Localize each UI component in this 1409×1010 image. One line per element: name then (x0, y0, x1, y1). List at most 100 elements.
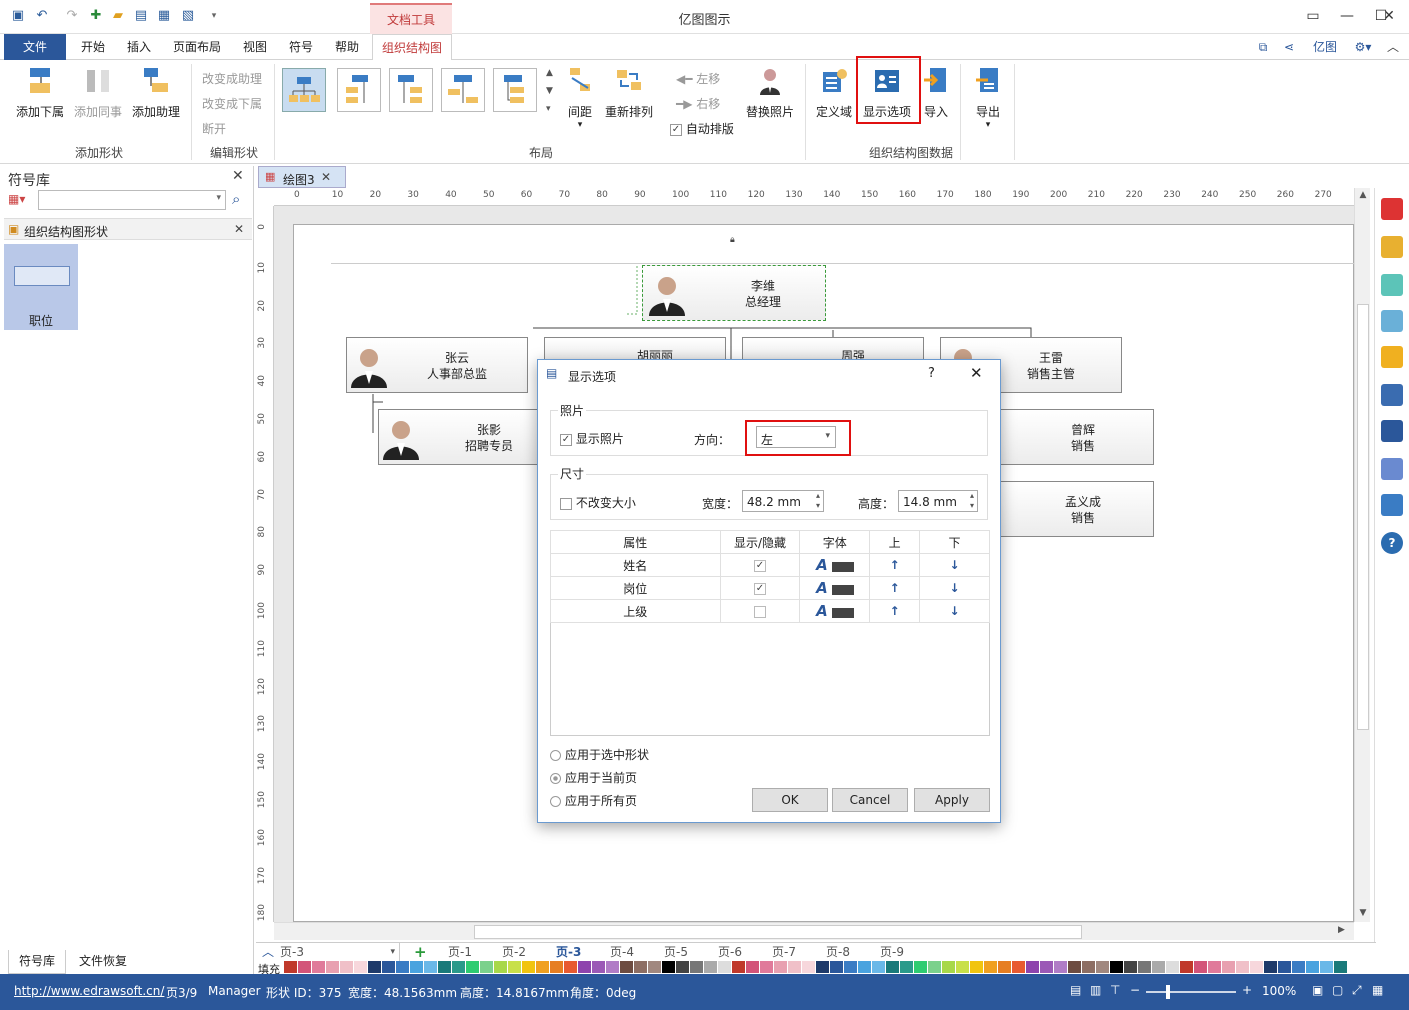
zoom-slider[interactable] (1146, 985, 1236, 999)
color-palette[interactable] (284, 960, 1350, 974)
fit-width-icon[interactable]: ▢ (1332, 983, 1343, 997)
apply-selected-radio[interactable]: 应用于选中形状 (550, 746, 649, 763)
apply-current-page-radio[interactable]: 应用于当前页 (550, 769, 637, 786)
move-up-icon[interactable]: ↑ (869, 599, 921, 623)
scroll-right-icon[interactable]: ▶ (1338, 925, 1345, 935)
color-swatch[interactable] (522, 961, 535, 973)
tab-insert[interactable]: 插入 (120, 34, 158, 60)
color-swatch[interactable] (1292, 961, 1305, 973)
color-swatch[interactable] (508, 961, 521, 973)
height-input[interactable]: 14.8 mm ▴ ▾ (898, 490, 978, 512)
layout-style-3[interactable] (389, 68, 433, 112)
rearrange-button[interactable]: 重新排列 (602, 66, 656, 120)
shape-position[interactable]: 职位 (4, 244, 78, 330)
page-tab-active[interactable]: 页-3 (556, 943, 581, 961)
color-swatch[interactable] (648, 961, 661, 973)
width-spinner-icon[interactable]: ▴ ▾ (816, 491, 820, 511)
change-to-subordinate-button[interactable]: 改变成下属 (202, 95, 262, 112)
font-a-icon[interactable]: A (816, 602, 828, 620)
color-swatch[interactable] (1222, 961, 1235, 973)
scroll-up-icon[interactable]: ▲ (1355, 190, 1371, 200)
color-swatch[interactable] (956, 961, 969, 973)
org-card[interactable]: 周强 (742, 337, 924, 363)
color-swatch[interactable] (970, 961, 983, 973)
page-tab[interactable]: 页-8 (826, 943, 850, 961)
color-swatch[interactable] (410, 961, 423, 973)
view-full-icon[interactable]: ▥ (1090, 983, 1101, 997)
visible-checkbox[interactable]: ✓ (753, 582, 766, 595)
color-swatch[interactable] (368, 961, 381, 973)
fill-icon[interactable] (1381, 198, 1403, 220)
org-card[interactable]: 张影 招聘专员 (378, 409, 560, 465)
color-swatch[interactable] (690, 961, 703, 973)
layout-style-2[interactable] (337, 68, 381, 112)
tab-file-recovery[interactable]: 文件恢复 (70, 950, 136, 974)
color-swatch[interactable] (1334, 961, 1347, 973)
ribbon-display-icon[interactable]: ▭ (1296, 0, 1330, 32)
auto-arrange-checkbox[interactable]: ✓ 自动排版 (670, 120, 734, 137)
color-swatch[interactable] (1152, 961, 1165, 973)
font-color-swatch[interactable] (831, 561, 854, 572)
page-tab[interactable]: 页-9 (880, 943, 904, 961)
color-swatch[interactable] (326, 961, 339, 973)
dialog-close-icon[interactable]: ✕ (970, 364, 983, 382)
page-tab[interactable]: 页-6 (718, 943, 742, 961)
color-swatch[interactable] (480, 961, 493, 973)
color-swatch[interactable] (788, 961, 801, 973)
fit-page-icon[interactable]: ▣ (1312, 983, 1323, 997)
color-swatch[interactable] (284, 961, 297, 973)
layout-scroll-up-icon[interactable]: ▲ (546, 68, 553, 78)
color-swatch[interactable] (1040, 961, 1053, 973)
keep-size-checkbox[interactable]: 不改变大小 (560, 494, 636, 511)
color-swatch[interactable] (662, 961, 675, 973)
document-tab[interactable]: ▦ 绘图3 ✕ (258, 166, 346, 188)
page-tab[interactable]: 页-2 (502, 943, 526, 961)
layout-style-5[interactable] (493, 68, 537, 112)
layout-scroll-down-icon[interactable]: ▼ (546, 86, 553, 96)
color-swatch[interactable] (452, 961, 465, 973)
dialog-help-button[interactable]: ? (928, 366, 935, 381)
collapse-ribbon-icon[interactable]: ︿ (1384, 34, 1402, 60)
export-button[interactable]: 导出 ▾ (968, 66, 1008, 130)
note-icon[interactable] (1381, 458, 1403, 480)
color-swatch[interactable] (1236, 961, 1249, 973)
org-card[interactable]: 胡丽丽 (544, 337, 726, 363)
color-swatch[interactable] (872, 961, 885, 973)
color-swatch[interactable] (900, 961, 913, 973)
color-swatch[interactable] (746, 961, 759, 973)
color-swatch[interactable] (396, 961, 409, 973)
color-swatch[interactable] (620, 961, 633, 973)
view-normal-icon[interactable]: ▤ (1070, 983, 1081, 997)
color-swatch[interactable] (858, 961, 871, 973)
view-present-icon[interactable]: ⊤ (1110, 983, 1120, 997)
ok-button[interactable]: OK (752, 788, 828, 812)
color-swatch[interactable] (438, 961, 451, 973)
close-panel-icon[interactable]: ✕ (232, 168, 244, 184)
tab-page-layout[interactable]: 页面布局 (166, 34, 228, 60)
layers-icon[interactable] (1381, 346, 1403, 368)
move-down-icon[interactable]: ↓ (919, 553, 990, 577)
org-card[interactable]: 张云 人事部总监 (346, 337, 528, 393)
color-swatch[interactable] (1320, 961, 1333, 973)
move-down-icon[interactable]: ↓ (919, 576, 990, 600)
color-swatch[interactable] (1180, 961, 1193, 973)
grid-icon[interactable]: ▦ (1372, 983, 1383, 997)
account-menu[interactable]: 亿图 (1304, 34, 1346, 60)
apply-all-pages-radio[interactable]: 应用于所有页 (550, 792, 637, 809)
width-input[interactable]: 48.2 mm ▴ ▾ (742, 490, 824, 512)
visible-checkbox[interactable]: ✓ (753, 559, 766, 572)
add-page-icon[interactable]: + (414, 943, 427, 961)
image-icon[interactable] (1381, 310, 1403, 332)
layout-more-icon[interactable]: ▾ (546, 104, 551, 114)
tab-start[interactable]: 开始 (74, 34, 112, 60)
color-swatch[interactable] (536, 961, 549, 973)
import-button[interactable]: 导入 (918, 66, 954, 120)
color-swatch[interactable] (998, 961, 1011, 973)
color-swatch[interactable] (1124, 961, 1137, 973)
close-window-icon[interactable]: ✕ (1372, 0, 1406, 32)
color-swatch[interactable] (928, 961, 941, 973)
change-to-assistant-button[interactable]: 改变成助理 (202, 70, 262, 87)
color-swatch[interactable] (830, 961, 843, 973)
color-swatch[interactable] (1208, 961, 1221, 973)
move-up-icon[interactable]: ↑ (869, 553, 921, 577)
